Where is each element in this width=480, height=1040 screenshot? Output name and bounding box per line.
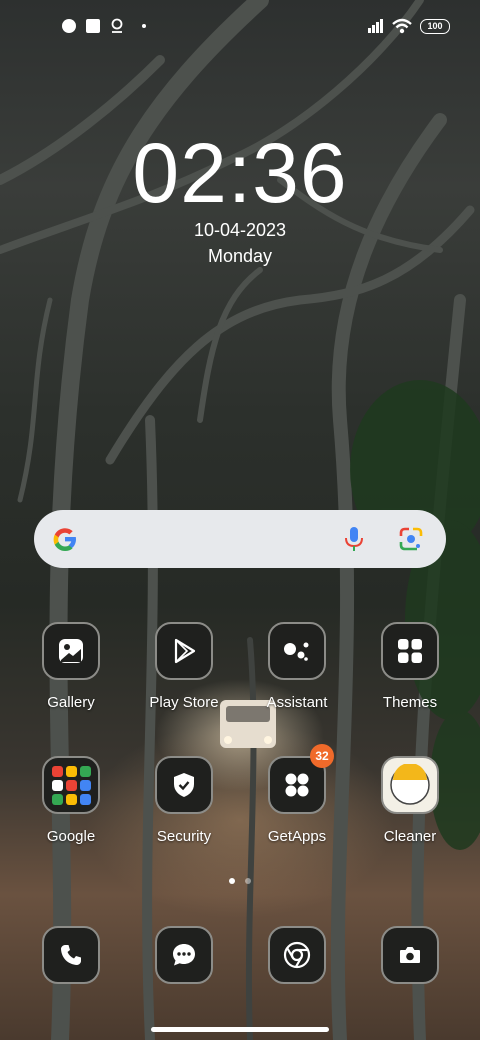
shield-icon <box>155 756 213 814</box>
dock-chrome[interactable] <box>242 926 352 984</box>
app-assistant[interactable]: Assistant <box>242 622 352 711</box>
page-dot-active[interactable] <box>229 878 235 884</box>
phone-icon <box>42 926 100 984</box>
chrome-icon <box>268 926 326 984</box>
clock-day: Monday <box>207 246 273 266</box>
assistant-icon <box>268 622 326 680</box>
getapps-icon: 32 <box>268 744 334 814</box>
dot-icon <box>142 24 146 28</box>
app-themes[interactable]: Themes <box>355 622 465 711</box>
app-getapps[interactable]: 32 GetApps <box>242 744 352 845</box>
app-gallery[interactable]: Gallery <box>16 622 126 711</box>
microphone-icon[interactable] <box>340 524 368 554</box>
page-indicator <box>0 878 480 884</box>
google-folder-icon <box>42 756 100 814</box>
folder-google[interactable]: Google <box>16 756 126 845</box>
app-cleaner[interactable]: Cleaner <box>355 756 465 845</box>
dock-camera[interactable] <box>355 926 465 984</box>
app-label: Themes <box>382 694 438 711</box>
app-label: Cleaner <box>383 828 437 845</box>
themes-icon <box>381 622 439 680</box>
status-bar: 100 <box>0 18 480 40</box>
app-label: Security <box>156 828 212 845</box>
messages-icon <box>155 926 213 984</box>
app-label: Assistant <box>266 694 328 711</box>
clock-time[interactable]: 02:36 <box>0 128 480 218</box>
clock-date: 10-04-2023 <box>193 220 287 240</box>
battery-icon: 100 <box>420 18 450 34</box>
app-play-store[interactable]: Play Store <box>129 622 239 711</box>
signal-icon <box>368 19 383 33</box>
google-lens-icon[interactable] <box>396 524 426 554</box>
dock-phone[interactable] <box>16 926 126 984</box>
camera-icon <box>381 926 439 984</box>
cleaner-icon <box>381 756 439 814</box>
app-label: GetApps <box>267 828 327 845</box>
notification-badge: 32 <box>310 744 334 768</box>
play-store-icon <box>155 622 213 680</box>
app-label: Play Store <box>149 694 219 711</box>
page-dot[interactable] <box>245 878 251 884</box>
app-security[interactable]: Security <box>129 756 239 845</box>
square-icon <box>86 19 100 33</box>
face-icon <box>62 19 76 33</box>
gallery-icon <box>42 622 100 680</box>
location-icon <box>111 18 123 33</box>
home-gesture-bar[interactable] <box>151 1027 329 1032</box>
app-label: Gallery <box>47 694 95 711</box>
app-label: Google <box>46 828 96 845</box>
dock-messages[interactable] <box>129 926 239 984</box>
google-search-bar[interactable] <box>34 510 446 568</box>
google-logo-icon <box>53 528 76 551</box>
wifi-icon <box>392 18 412 34</box>
